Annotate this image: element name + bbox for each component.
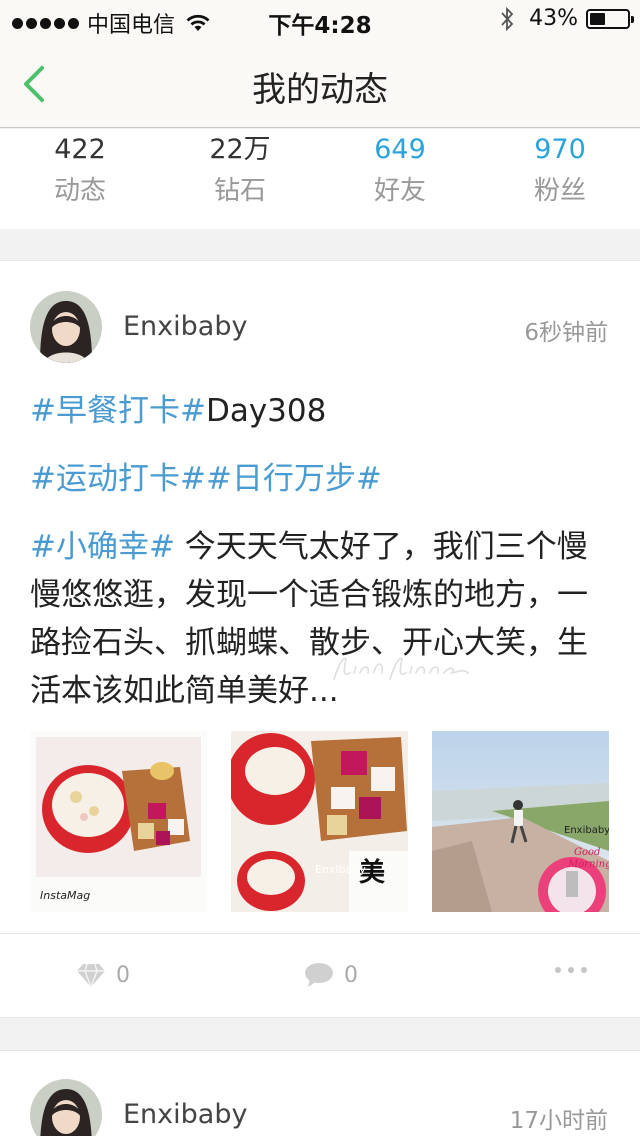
battery-percent: 43% (529, 6, 578, 31)
post-body: #早餐打卡#Day308 #运动打卡##日行万步# #小确幸# 今天天气太好了，… (30, 387, 615, 715)
stat-posts[interactable]: 422 动态 (0, 129, 160, 229)
avatar-image (30, 291, 102, 363)
stat-friends[interactable]: 649 好友 (320, 129, 480, 229)
status-right: 43% (499, 6, 634, 31)
stat-diamonds[interactable]: 22万 钻石 (160, 129, 320, 229)
topic-tag[interactable]: #小确幸# (30, 529, 175, 565)
watermark-signature (333, 657, 469, 680)
post-card: Enxibaby 6秒钟前 #早餐打卡#Day308 #运动打卡##日行万步# … (0, 260, 640, 1018)
topic-tag[interactable]: #早餐打卡# (30, 393, 206, 429)
profile-stats: 422 动态 22万 钻石 649 好友 970 粉丝 (0, 129, 640, 229)
comment-count: 0 (344, 962, 358, 988)
diamond-icon (77, 963, 105, 988)
post-line-1: #早餐打卡#Day308 (30, 387, 615, 435)
nav-bar: 我的动态 (0, 40, 640, 128)
stat-value: 649 (374, 134, 426, 165)
stat-value: 422 (54, 134, 106, 165)
stat-fans[interactable]: 970 粉丝 (480, 129, 640, 229)
status-bar: 中国电信 下午4:28 43% (0, 0, 640, 40)
image-caption: Enxibaby (564, 825, 609, 836)
avatar[interactable] (30, 291, 102, 363)
stat-label: 钻石 (213, 176, 266, 206)
post-line-2: #运动打卡##日行万步# (30, 455, 615, 503)
username[interactable]: Enxibaby (123, 1099, 247, 1130)
stat-label: 好友 (373, 176, 426, 206)
breakfast-bowl-image[interactable]: InstaMag (30, 731, 207, 912)
comment-icon (305, 963, 333, 987)
post-text: Day308 (205, 393, 327, 429)
post-images: InstaMag 美 Enxibaby Enxibaby Good Mornin… (30, 731, 610, 912)
post-header: Enxibaby 6秒钟前 (0, 261, 640, 391)
svg-text:Morning: Morning (567, 859, 609, 870)
post-paragraph: #小确幸# 今天天气太好了，我们三个慢慢悠悠逛，发现一个适合锻炼的地方，一路捡石… (30, 523, 615, 715)
diamond-button[interactable]: 0 (76, 962, 130, 988)
stat-value: 22万 (209, 134, 271, 165)
stat-label: 粉丝 (533, 176, 586, 206)
breakfast-closeup-image[interactable]: 美 Enxibaby (231, 731, 408, 912)
walking-path-image[interactable]: Enxibaby Good Morning (432, 731, 609, 912)
image-caption: InstaMag (40, 889, 90, 902)
svg-text:Good: Good (574, 847, 600, 858)
stat-label: 动态 (53, 176, 106, 206)
post-timestamp: 6秒钟前 (524, 320, 608, 346)
post-card: Enxibaby 17小时前 (0, 1050, 640, 1136)
avatar-image (30, 1079, 102, 1136)
username[interactable]: Enxibaby (123, 311, 247, 342)
avatar[interactable] (30, 1079, 102, 1136)
battery-fill (590, 12, 606, 25)
post-header: Enxibaby 17小时前 (0, 1051, 640, 1136)
more-options-button[interactable] (554, 964, 588, 976)
bluetooth-icon (501, 6, 514, 31)
page-title: 我的动态 (252, 70, 388, 110)
watermark (330, 651, 510, 694)
post-timestamp: 17小时前 (509, 1108, 608, 1134)
battery-icon (586, 8, 634, 29)
stat-value: 970 (534, 134, 586, 165)
topic-tag[interactable]: #运动打卡##日行万步# (30, 461, 382, 497)
diamond-count: 0 (116, 962, 130, 988)
image-caption: Enxibaby (315, 863, 366, 876)
more-dots-icon (555, 967, 587, 973)
post-action-bar: 0 0 (0, 933, 640, 1019)
comment-button[interactable]: 0 (304, 962, 358, 988)
